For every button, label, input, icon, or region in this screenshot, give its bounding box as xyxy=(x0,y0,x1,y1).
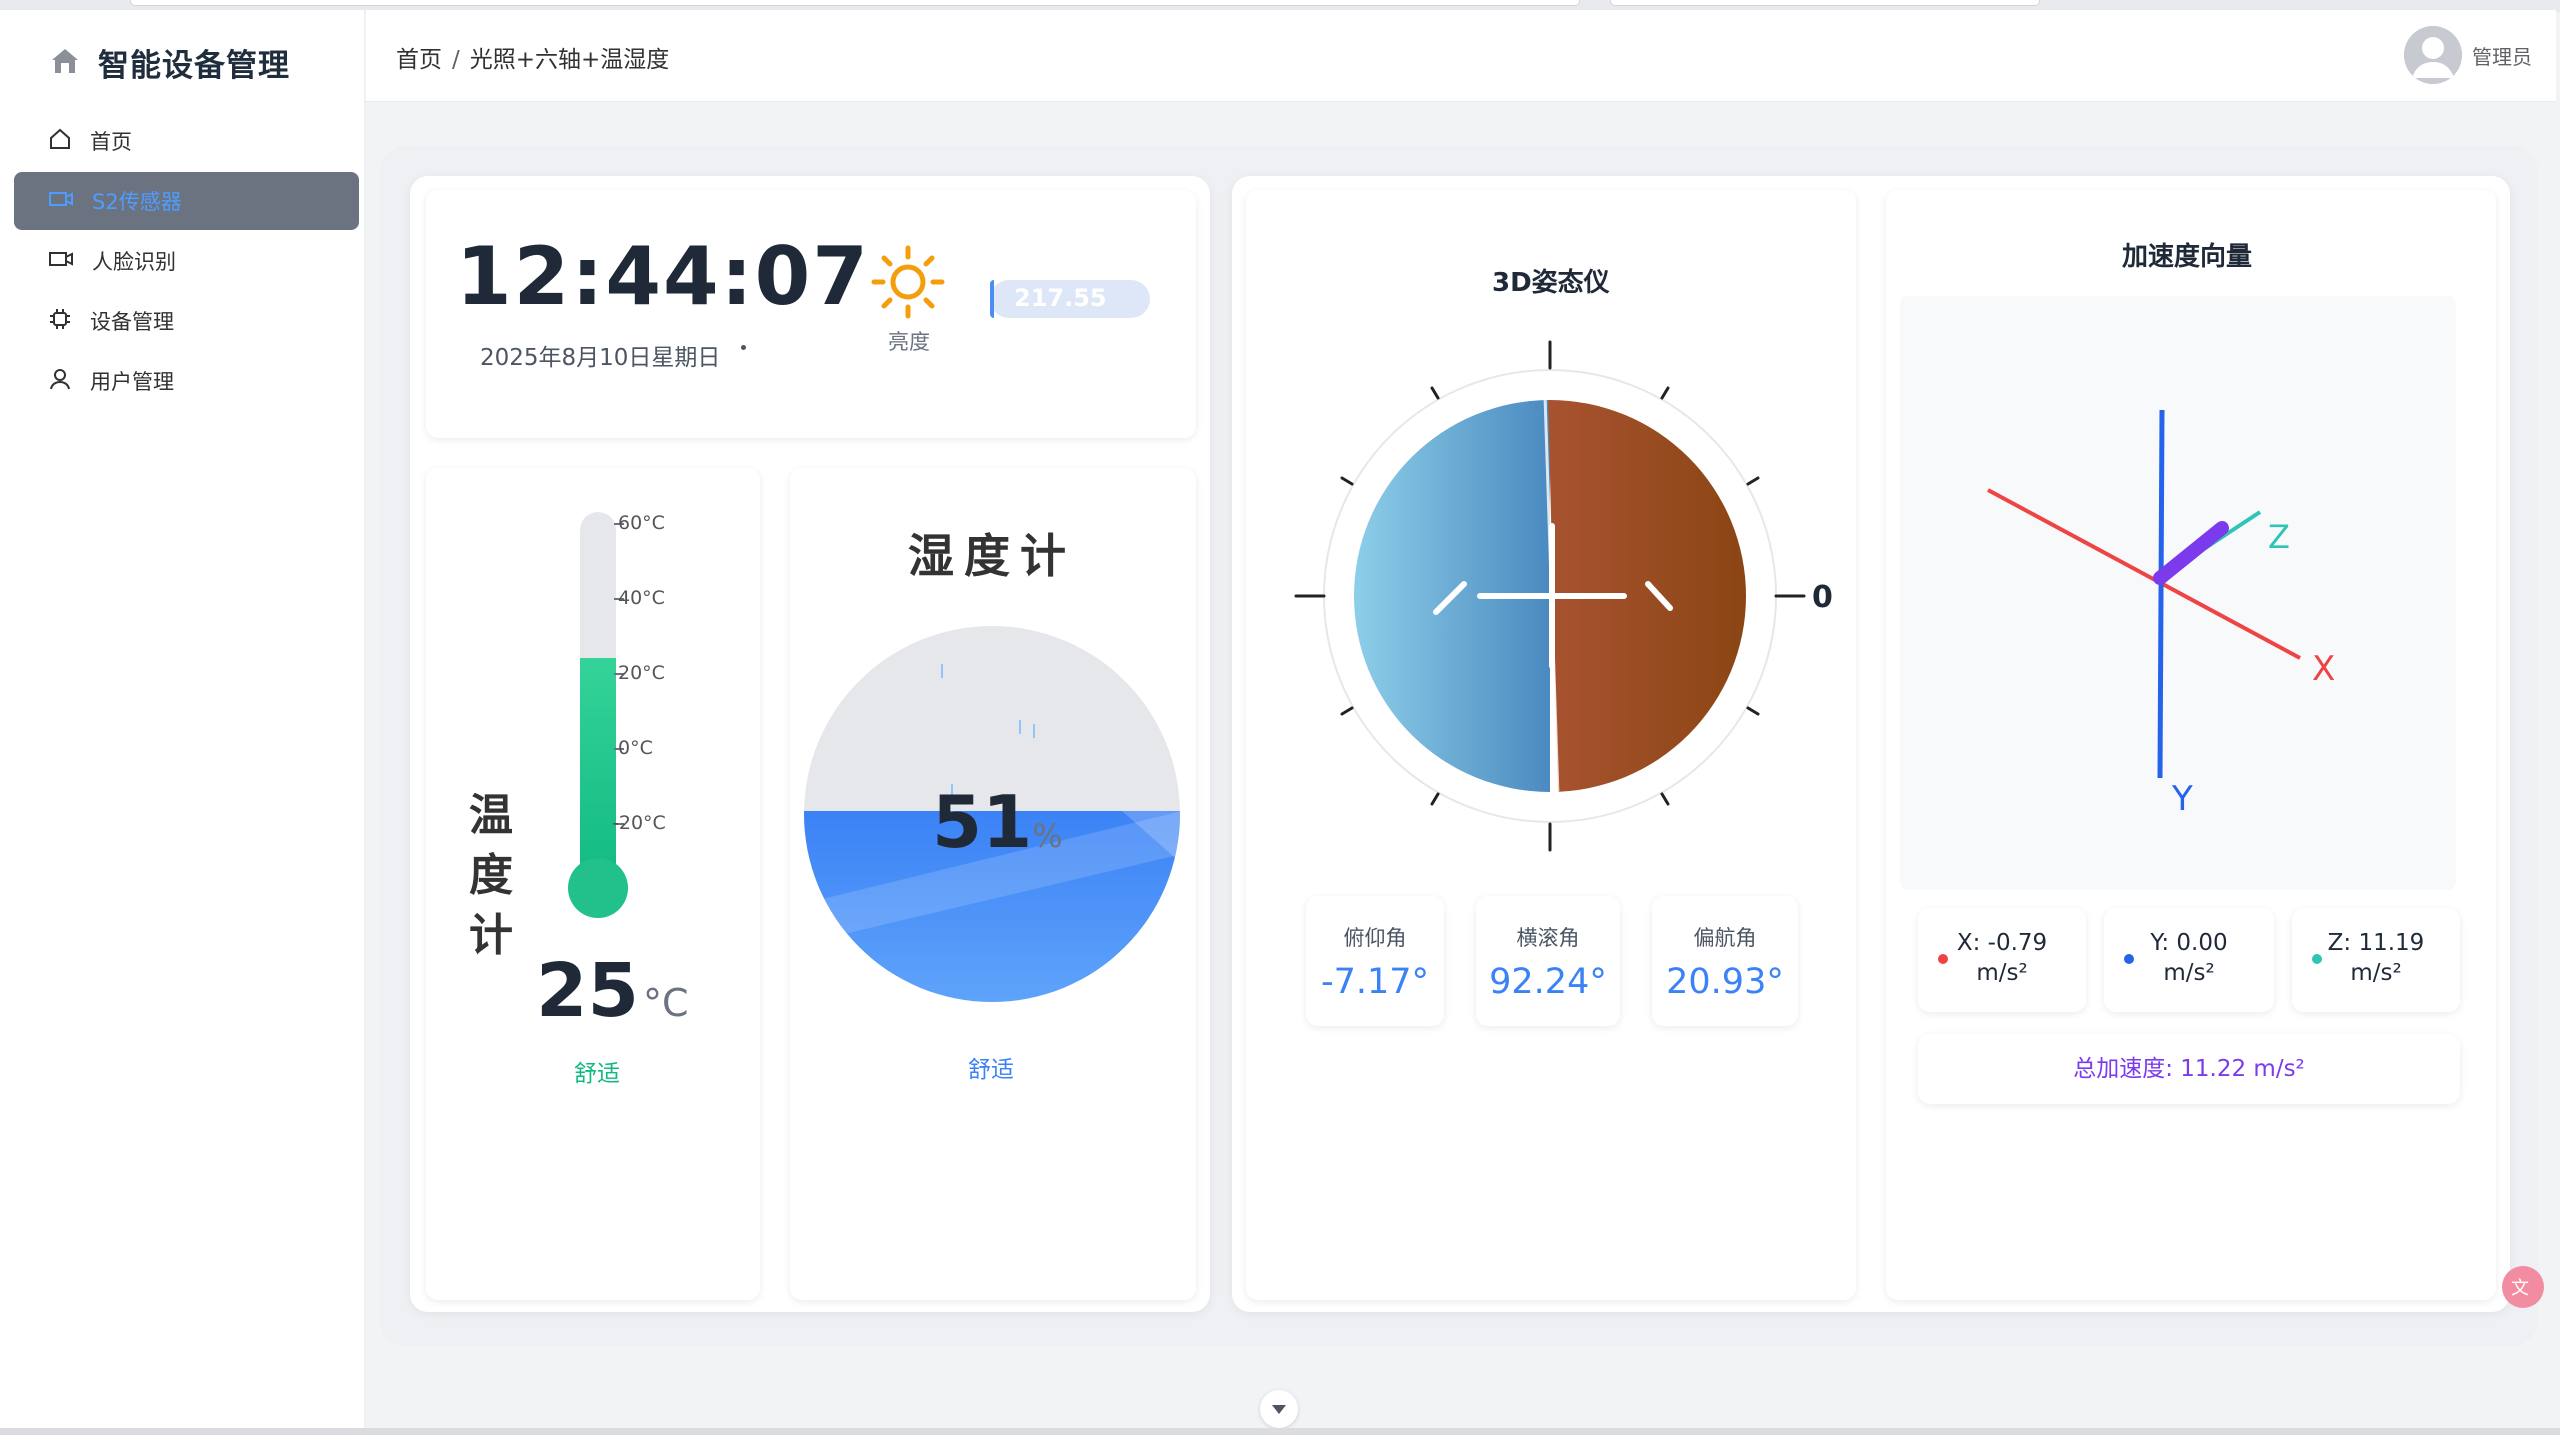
acceleration-vector xyxy=(2153,521,2229,585)
thermometer-tick: 60°C xyxy=(618,512,665,534)
accel-z-dot xyxy=(2312,954,2322,964)
sun-icon xyxy=(870,244,946,324)
sidebar-item-label: S2传感器 xyxy=(92,190,182,214)
translate-icon[interactable]: 文 xyxy=(2502,1266,2544,1308)
thermometer-mercury xyxy=(580,658,616,892)
sidebar-item-device-management[interactable]: 设备管理 xyxy=(14,292,359,350)
pitch-stat: 俯仰角 -7.17° xyxy=(1306,896,1444,1026)
thermometer-title: 温 度 计 xyxy=(466,786,516,966)
sidebar-item-user-management[interactable]: 用户管理 xyxy=(14,352,359,410)
roll-value: 92.24° xyxy=(1489,962,1607,1002)
thermometer-gauge xyxy=(568,512,628,918)
thermometer-bulb xyxy=(568,858,628,918)
house-logo-icon xyxy=(50,47,80,79)
humidity-status: 舒适 xyxy=(968,1057,1014,1083)
date-dot xyxy=(741,345,746,350)
breadcrumb: 首页 / 光照+六轴+温湿度 xyxy=(396,40,669,74)
total-acceleration: 总加速度: 11.22 m/s² xyxy=(1918,1034,2460,1104)
humidity-unit: % xyxy=(1032,817,1063,855)
y-axis-line xyxy=(2157,409,2165,779)
thermometer-tick: -20°C xyxy=(612,812,666,834)
acceleration-vector-plot: X Y Z xyxy=(1987,409,2335,819)
sidebar-item-home[interactable]: 首页 xyxy=(14,112,359,170)
clock-date: 2025年8月10日星期日 xyxy=(480,345,721,371)
video-icon xyxy=(48,248,74,275)
humidity-value: 51 xyxy=(932,780,1033,864)
brightness-bar: 217.55 xyxy=(990,280,1150,318)
temperature-value: 25 xyxy=(536,948,639,1034)
brightness-value: 217.55 xyxy=(1014,284,1107,312)
pitch-label: 俯仰角 xyxy=(1343,926,1407,950)
thermometer-tick: 20°C xyxy=(618,662,665,684)
scroll-down-button[interactable] xyxy=(1260,1390,1298,1428)
sidebar-item-label: 首页 xyxy=(90,130,132,154)
brightness-bar-fill xyxy=(990,280,994,318)
sidebar-menu: 首页 S2传感器 人脸识别 设备管理 用户管理 xyxy=(14,112,359,412)
z-axis-label: Z xyxy=(2268,518,2290,556)
humidity-readout: 51% xyxy=(932,780,1063,864)
temperature-status: 舒适 xyxy=(574,1061,620,1087)
roll-stat: 横滚角 92.24° xyxy=(1476,896,1620,1026)
camera-icon xyxy=(48,188,74,215)
thermometer-title-char: 计 xyxy=(469,910,513,961)
attitude-title: 3D姿态仪 xyxy=(1492,268,1610,298)
accel-x-card: X: -0.79 m/s² xyxy=(1918,908,2086,1012)
accel-y-dot xyxy=(2124,954,2134,964)
sidebar: 智能设备管理 首页 S2传感器 人脸识别 设备管理 用户管理 xyxy=(0,10,365,1435)
acceleration-title: 加速度向量 xyxy=(2122,242,2253,272)
avatar[interactable] xyxy=(2404,26,2462,84)
chip-icon xyxy=(48,307,72,336)
svg-text:文: 文 xyxy=(2511,1278,2529,1299)
accel-x-value: X: -0.79 xyxy=(1956,930,2048,956)
temperature-readout: 25 °C xyxy=(536,948,689,1034)
breadcrumb-current: 光照+六轴+温湿度 xyxy=(469,47,670,73)
yaw-label: 偏航角 xyxy=(1693,926,1757,950)
breadcrumb-home[interactable]: 首页 xyxy=(396,47,442,73)
brand-title: 智能设备管理 xyxy=(98,48,290,84)
accel-y-value: Y: 0.00 xyxy=(2150,930,2228,956)
accel-y-card: Y: 0.00 m/s² xyxy=(2104,908,2274,1012)
sidebar-item-label: 设备管理 xyxy=(90,310,174,334)
thermometer-title-char: 温 xyxy=(469,790,513,841)
temperature-unit: °C xyxy=(642,981,689,1025)
user-name: 管理员 xyxy=(2472,44,2532,69)
yaw-value: 20.93° xyxy=(1666,962,1784,1002)
tab-pill[interactable] xyxy=(1610,0,2040,6)
sidebar-item-label: 用户管理 xyxy=(90,370,174,394)
tab-pill[interactable] xyxy=(130,0,1580,6)
x-axis-label: X xyxy=(2312,649,2335,689)
breadcrumb-separator: / xyxy=(452,47,460,73)
thermometer-tick: 0°C xyxy=(618,737,653,759)
attitude-indicator xyxy=(1294,340,1806,852)
brand: 智能设备管理 xyxy=(50,40,290,85)
top-header: 首页 / 光照+六轴+温湿度 管理员 xyxy=(366,10,2556,102)
user-menu[interactable]: 管理员 xyxy=(2404,26,2532,84)
user-icon xyxy=(48,367,72,396)
accel-z-card: Z: 11.19 m/s² xyxy=(2292,908,2460,1012)
hygrometer-title: 湿度计 xyxy=(908,529,1076,583)
yaw-stat: 偏航角 20.93° xyxy=(1652,896,1798,1026)
thermometer-title-char: 度 xyxy=(469,850,513,901)
chevron-down-icon xyxy=(1272,1405,1286,1414)
thermometer-tick: 40°C xyxy=(618,587,665,609)
roll-label: 横滚角 xyxy=(1516,926,1580,950)
brightness-label: 亮度 xyxy=(888,330,930,354)
attitude-zero-label: 0 xyxy=(1812,580,1833,615)
accel-z-value: Z: 11.19 xyxy=(2327,930,2425,956)
pitch-value: -7.17° xyxy=(1320,962,1430,1002)
home-icon xyxy=(48,127,72,156)
bottom-border xyxy=(0,1428,2560,1435)
accel-x-dot xyxy=(1938,954,1948,964)
y-axis-label: Y xyxy=(2171,779,2193,819)
sidebar-item-face-recognition[interactable]: 人脸识别 xyxy=(14,232,359,290)
sidebar-item-s2-sensor[interactable]: S2传感器 xyxy=(14,172,359,230)
sidebar-item-label: 人脸识别 xyxy=(92,250,176,274)
clock-time: 12:44:07 xyxy=(456,230,870,323)
